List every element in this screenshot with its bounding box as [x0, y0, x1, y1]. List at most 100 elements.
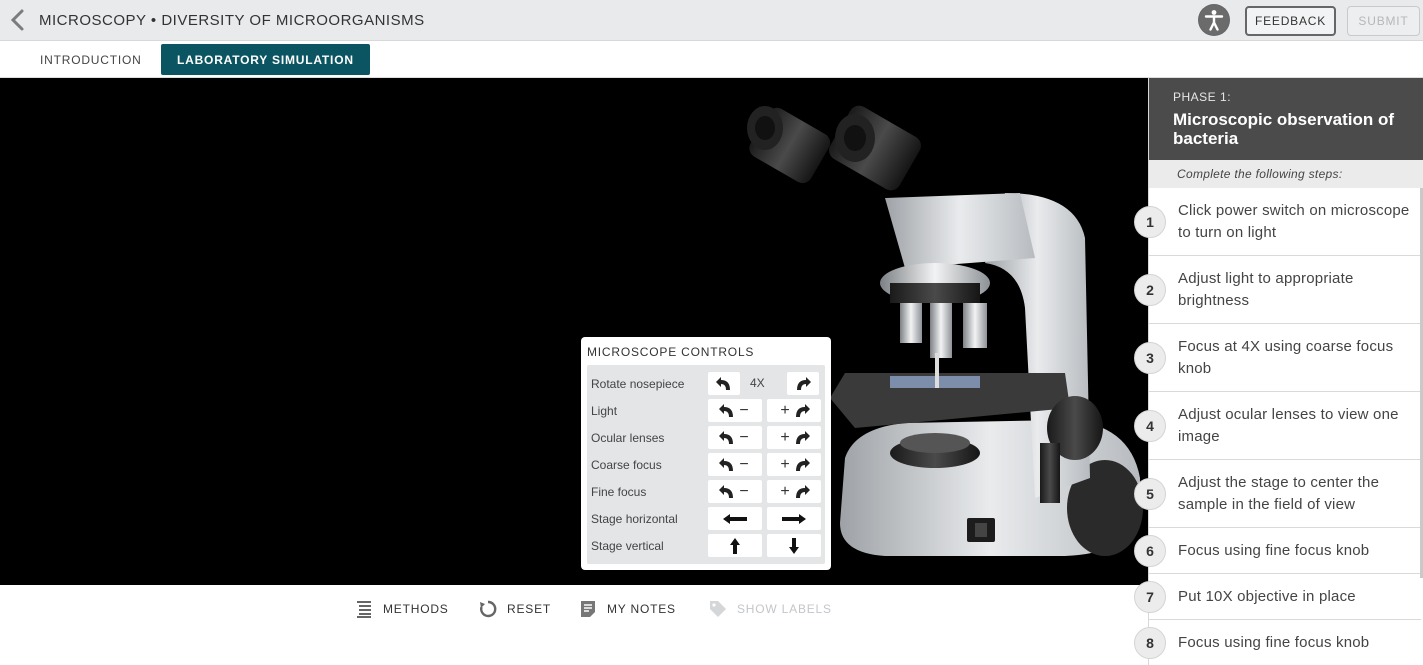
nosepiece-magnification: 4X	[750, 376, 765, 390]
reset-icon	[480, 600, 497, 618]
stage-up-button[interactable]	[708, 534, 762, 557]
control-row-stage-horizontal: Stage horizontal	[587, 505, 825, 532]
step-item: 7 Put 10X objective in place	[1134, 574, 1421, 620]
light-decrease-button[interactable]: −	[708, 399, 762, 422]
tab-laboratory-simulation[interactable]: LABORATORY SIMULATION	[161, 44, 370, 75]
ocular-decrease-button[interactable]: −	[708, 426, 762, 449]
step-text: Adjust ocular lenses to view one image	[1178, 406, 1399, 445]
plus-icon: +	[780, 455, 790, 473]
light-increase-button[interactable]: +	[767, 399, 821, 422]
fine-focus-increase-button[interactable]: +	[767, 480, 821, 503]
plus-icon: +	[780, 482, 790, 500]
minus-icon: −	[739, 482, 749, 500]
control-row-ocular-lenses: Ocular lenses − +	[587, 424, 825, 451]
step-text: Focus using fine focus knob	[1178, 542, 1370, 559]
step-number: 7	[1134, 581, 1166, 613]
coarse-focus-increase-button[interactable]: +	[767, 453, 821, 476]
step-item: 8 Focus using fine focus knob	[1134, 620, 1421, 665]
app-title: MICROSCOPY • DIVERSITY OF MICROORGANISMS	[39, 12, 425, 29]
control-row-coarse-focus: Coarse focus − +	[587, 451, 825, 478]
rotate-nosepiece-left-button[interactable]	[708, 372, 740, 395]
methods-button[interactable]: METHODS	[355, 599, 449, 619]
step-item: 4 Adjust ocular lenses to view one image	[1134, 392, 1421, 460]
step-number: 6	[1134, 535, 1166, 567]
control-label: Coarse focus	[591, 458, 662, 472]
rotate-left-icon	[716, 376, 730, 390]
rotate-right-icon	[795, 403, 810, 417]
control-row-fine-focus: Fine focus − +	[587, 478, 825, 505]
step-text: Adjust the stage to center the sample in…	[1178, 474, 1380, 513]
ocular-increase-button[interactable]: +	[767, 426, 821, 449]
step-text: Click power switch on microscope to turn…	[1178, 202, 1410, 241]
simulation-viewport[interactable]: MICROSCOPE CONTROLS Rotate nosepiece 4X …	[0, 78, 1148, 585]
step-item: 6 Focus using fine focus knob	[1134, 528, 1421, 574]
rotate-nosepiece-right-button[interactable]	[787, 372, 819, 395]
feedback-button[interactable]: FEEDBACK	[1245, 6, 1336, 36]
control-label: Rotate nosepiece	[591, 377, 685, 391]
minus-icon: −	[739, 455, 749, 473]
stage-down-button[interactable]	[767, 534, 821, 557]
minus-icon: −	[739, 428, 749, 446]
arrow-up-icon	[730, 537, 740, 554]
microscope-controls-panel: MICROSCOPE CONTROLS Rotate nosepiece 4X …	[581, 337, 831, 570]
phase-header: PHASE 1: Microscopic observation of bact…	[1149, 78, 1423, 160]
reset-button[interactable]: RESET	[479, 599, 551, 619]
control-label: Stage horizontal	[591, 512, 678, 526]
back-chevron-icon[interactable]	[8, 8, 28, 32]
reset-label: RESET	[507, 602, 552, 616]
step-text: Focus using fine focus knob	[1178, 634, 1370, 651]
phase-label: PHASE 1:	[1173, 90, 1232, 104]
controls-title: MICROSCOPE CONTROLS	[587, 345, 755, 359]
tag-icon	[710, 601, 726, 617]
control-row-stage-vertical: Stage vertical	[587, 532, 825, 559]
rotate-left-icon	[719, 403, 734, 417]
control-label: Light	[591, 404, 618, 418]
step-number: 4	[1134, 410, 1166, 442]
step-item: 5 Adjust the stage to center the sample …	[1134, 460, 1421, 528]
coarse-focus-decrease-button[interactable]: −	[708, 453, 762, 476]
step-number: 5	[1134, 478, 1166, 510]
step-text: Put 10X objective in place	[1178, 588, 1356, 605]
top-header: MICROSCOPY • DIVERSITY OF MICROORGANISMS…	[0, 0, 1423, 41]
my-notes-label: MY NOTES	[607, 602, 676, 616]
submit-button[interactable]: SUBMIT	[1347, 6, 1420, 36]
step-item: 3 Focus at 4X using coarse focus knob	[1134, 324, 1421, 392]
steps-intro: Complete the following steps:	[1149, 160, 1423, 188]
rotate-right-icon	[797, 376, 811, 390]
phase-title: Microscopic observation of bacteria	[1173, 110, 1395, 148]
rotate-left-icon	[719, 430, 734, 444]
rotate-left-icon	[719, 484, 734, 498]
list-icon	[357, 601, 371, 618]
bottom-toolbar: METHODS RESET MY NOTES SHOW LABELS	[0, 585, 1148, 665]
step-text: Focus at 4X using coarse focus knob	[1178, 338, 1394, 377]
my-notes-button[interactable]: MY NOTES	[579, 599, 676, 619]
notes-icon	[581, 601, 595, 617]
control-label: Stage vertical	[591, 539, 664, 553]
step-item: 1 Click power switch on microscope to tu…	[1134, 188, 1421, 256]
rotate-right-icon	[795, 484, 810, 498]
control-label: Fine focus	[591, 485, 647, 499]
minus-icon: −	[739, 401, 749, 419]
arrow-left-icon	[723, 513, 747, 524]
arrow-right-icon	[782, 513, 806, 524]
step-number: 1	[1134, 206, 1166, 238]
stage-right-button[interactable]	[767, 507, 821, 530]
step-text: Adjust light to appropriate brightness	[1178, 270, 1354, 309]
step-item: 2 Adjust light to appropriate brightness	[1134, 256, 1421, 324]
show-labels-button[interactable]: SHOW LABELS	[709, 599, 832, 619]
steps-panel: PHASE 1: Microscopic observation of bact…	[1134, 78, 1423, 665]
plus-icon: +	[780, 401, 790, 419]
controls-body: Rotate nosepiece 4X Light − + Ocular len…	[587, 365, 825, 564]
accessibility-icon[interactable]	[1198, 4, 1230, 36]
rotate-right-icon	[795, 457, 810, 471]
tab-bar: INTRODUCTION LABORATORY SIMULATION	[0, 41, 1423, 78]
tab-introduction[interactable]: INTRODUCTION	[24, 44, 158, 75]
rotate-right-icon	[795, 430, 810, 444]
step-number: 2	[1134, 274, 1166, 306]
show-labels-label: SHOW LABELS	[737, 602, 832, 616]
methods-label: METHODS	[383, 602, 449, 616]
fine-focus-decrease-button[interactable]: −	[708, 480, 762, 503]
arrow-down-icon	[789, 537, 799, 554]
step-number: 8	[1134, 627, 1166, 659]
stage-left-button[interactable]	[708, 507, 762, 530]
